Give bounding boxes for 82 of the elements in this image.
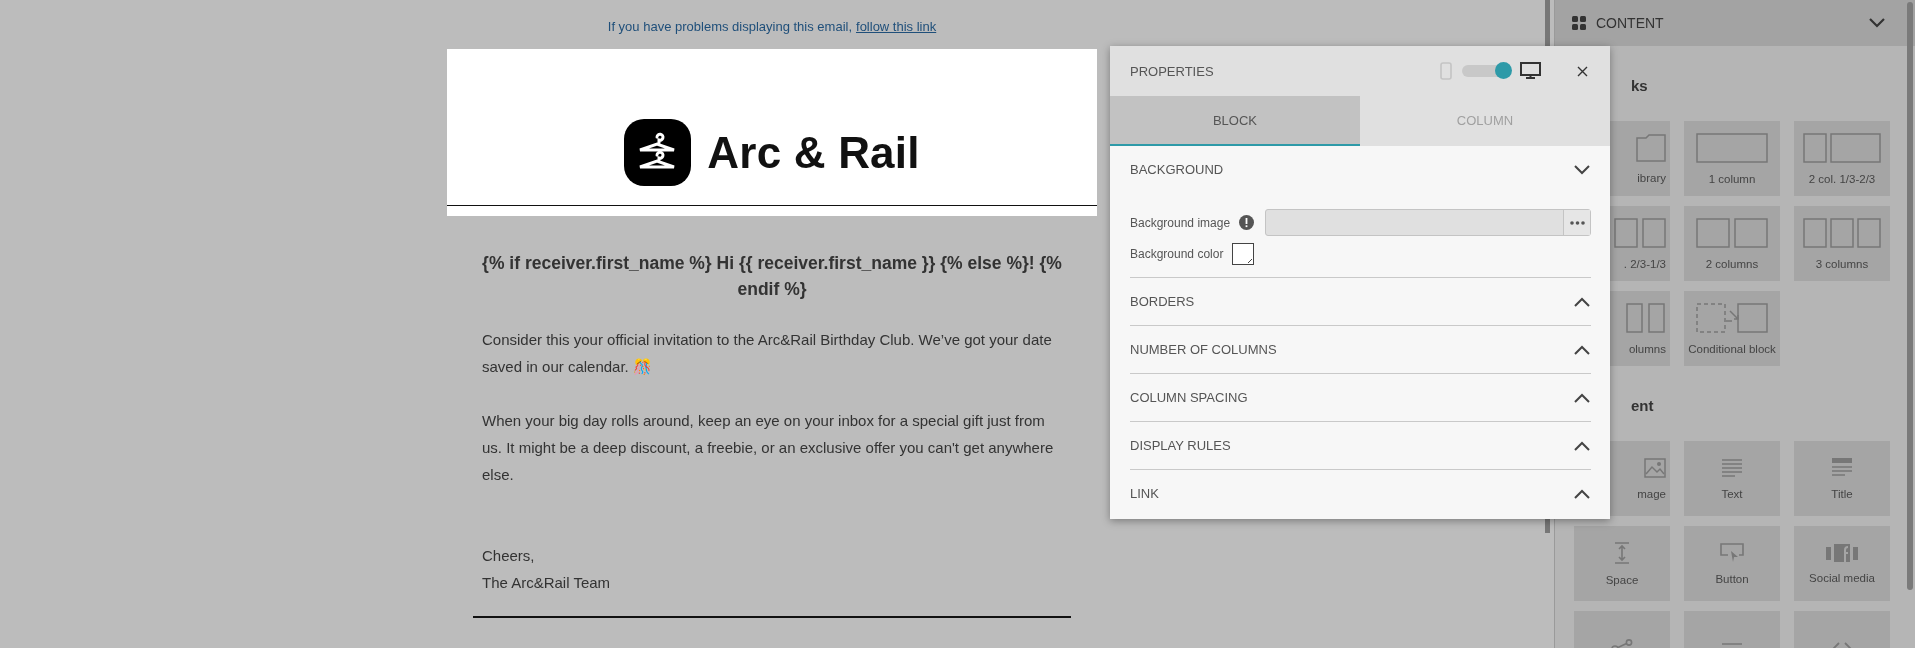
signoff-line: The Arc&Rail Team	[482, 573, 612, 593]
one-column-icon	[1696, 132, 1768, 163]
content-header[interactable]: CONTENT	[1555, 0, 1915, 46]
chevron-down-icon	[1869, 18, 1885, 28]
content-tile[interactable]: 2 columns	[1684, 206, 1780, 281]
brand-name: Arc & Rail	[707, 127, 920, 178]
notice-text: If you have problems displaying this email,	[607, 19, 852, 35]
body-paragraph: Consider this your official invitation to the Arc&Rail Birthday Club. We’ve got your date saved in our calendar. 🎊	[482, 330, 1053, 377]
close-icon[interactable]	[1577, 65, 1588, 77]
content-tile[interactable]: 3 columns	[1794, 206, 1890, 281]
tile-label: Title	[1831, 487, 1853, 500]
content-tile[interactable]: Space	[1574, 526, 1670, 601]
section-header[interactable]: NUMBER OF COLUMNS	[1130, 326, 1591, 373]
group-heading: ent	[1631, 397, 1654, 414]
section-title: COLUMN SPACING	[1130, 390, 1248, 405]
follow-link[interactable]: follow this link	[856, 19, 937, 35]
folder-icon	[1636, 133, 1666, 162]
two-column-icon	[1614, 217, 1666, 248]
grid-icon	[1572, 16, 1586, 30]
section-title: NUMBER OF COLUMNS	[1130, 342, 1277, 357]
tile-label: ibrary	[1637, 171, 1666, 184]
scrollbar[interactable]	[1907, 2, 1913, 590]
vertical-space-icon	[1614, 541, 1630, 564]
tile-label: mage	[1637, 487, 1666, 500]
tile-label: 3 columns	[1815, 257, 1869, 270]
chevron-up-icon	[1574, 392, 1590, 403]
three-column-icon	[1803, 217, 1881, 248]
chevron-down-icon	[1574, 164, 1590, 175]
title-icon	[1831, 457, 1853, 478]
text-lines-icon	[1721, 457, 1743, 478]
field-label: Background color	[1130, 247, 1224, 261]
section-header[interactable]: BORDERS	[1130, 278, 1591, 325]
content-tile[interactable]: Conditional block	[1684, 291, 1780, 366]
tile-label: 1 column	[1708, 172, 1756, 185]
social-media-icon	[1826, 543, 1858, 562]
view-toggle-switch[interactable]	[1462, 65, 1510, 77]
chevron-up-icon	[1574, 296, 1590, 307]
panel-title: PROPERTIES	[1130, 63, 1214, 79]
tile-label: 2 columns	[1705, 257, 1759, 270]
group-heading: ks	[1631, 77, 1648, 94]
tile-label: Button	[1715, 572, 1749, 585]
column-icon	[1626, 302, 1666, 333]
signoff-line: Cheers,	[482, 546, 536, 566]
more-button[interactable]	[1563, 210, 1590, 235]
content-tile[interactable]: Text	[1684, 441, 1780, 516]
section-header[interactable]: COLUMN SPACING	[1130, 374, 1591, 421]
desktop-icon	[1520, 62, 1541, 80]
section-title: DISPLAY RULES	[1130, 438, 1231, 453]
phone-icon	[1440, 62, 1452, 80]
content-tile[interactable]: 2 col. 1/3-2/3	[1794, 121, 1890, 196]
field-label: Background image	[1130, 215, 1231, 230]
image-icon	[1644, 457, 1666, 478]
section-title: LINK	[1130, 486, 1159, 501]
hanger-logo-icon	[624, 119, 692, 186]
more-icon	[1569, 220, 1585, 225]
two-column-icon	[1696, 217, 1768, 248]
content-tile[interactable]: Social media	[1794, 526, 1890, 601]
color-swatch[interactable]	[1232, 243, 1255, 265]
greeting-heading: {% if receiver.first_name %} Hi {{ receiver.first_name }} {% else %}! {% endif %}	[481, 252, 1063, 301]
section-title: BACKGROUND	[1130, 162, 1224, 177]
tile-label: Social media	[1809, 571, 1875, 584]
tile-label: . 2/3-1/3	[1623, 257, 1666, 270]
tile-label: 2 col. 1/3-2/3	[1808, 172, 1876, 185]
section-header[interactable]: DISPLAY RULES	[1130, 422, 1591, 469]
content-tile[interactable]: Button	[1684, 526, 1780, 601]
chevron-up-icon	[1574, 344, 1590, 355]
section-title: BORDERS	[1130, 294, 1195, 309]
two-column-icon	[1803, 132, 1881, 163]
tile-label: Space	[1605, 573, 1639, 586]
content-tile[interactable]: Title	[1794, 441, 1890, 516]
content-tile[interactable]: 1 column	[1684, 121, 1780, 196]
content-title: CONTENT	[1596, 15, 1664, 31]
info-icon	[1239, 215, 1255, 230]
tile-label: Conditional block	[1688, 342, 1776, 355]
image-url-field[interactable]	[1265, 209, 1591, 236]
tile-label: Text	[1721, 487, 1743, 500]
conditional-block-icon	[1696, 302, 1768, 333]
chevron-up-icon	[1574, 488, 1590, 499]
body-paragraph: When your big day rolls around, keep an eye on your inbox for a special gift just from us. It might be a deep discount, a freebie, or an exclusive offer you can't get anywhere else.	[482, 411, 1055, 485]
chevron-up-icon	[1574, 440, 1590, 451]
tile-label: olumns	[1628, 342, 1666, 355]
panel-tab[interactable]: BLOCK	[1110, 96, 1360, 146]
